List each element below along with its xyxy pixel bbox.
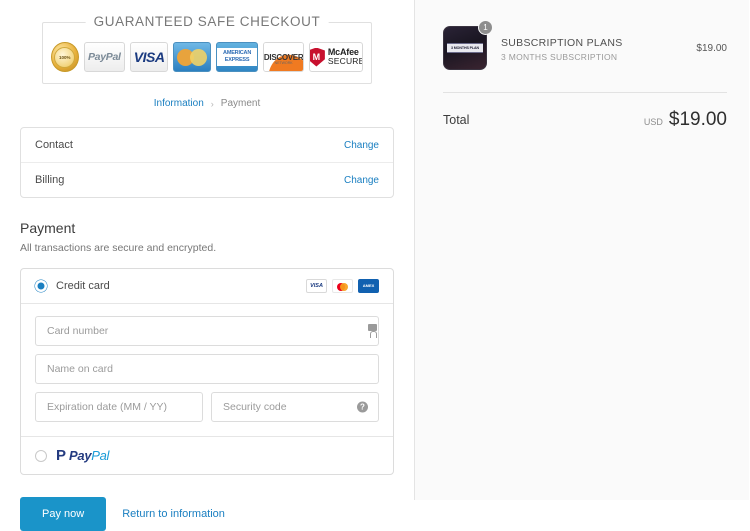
- card-number-field[interactable]: Card number: [35, 316, 379, 346]
- visa-icon: VISA: [306, 279, 327, 293]
- checkout-page: GUARANTEED SAFE CHECKOUT 100% PayPal VIS…: [0, 0, 750, 531]
- card-fields: Card number Name on card Expiration date…: [21, 304, 393, 436]
- name-on-card-field[interactable]: Name on card: [35, 354, 379, 384]
- total-row: Total USD $19.00: [443, 93, 727, 131]
- paypal-option-row[interactable]: P PayPal: [21, 436, 393, 474]
- credit-card-option-row[interactable]: Credit card VISA AMEX: [21, 269, 393, 304]
- paypal-badge-icon: PayPal: [83, 42, 126, 72]
- breadcrumb: Information › Payment: [10, 98, 404, 109]
- review-label-contact: Contact: [35, 139, 73, 151]
- checkout-main-column: GUARANTEED SAFE CHECKOUT 100% PayPal VIS…: [0, 0, 415, 531]
- order-review-box: Contact Change Billing Change: [20, 127, 394, 198]
- pay-now-button[interactable]: Pay now: [20, 497, 107, 531]
- change-contact-link[interactable]: Change: [344, 140, 379, 151]
- guarantee-seal-icon: 100%: [51, 41, 79, 73]
- product-price: $19.00: [696, 42, 727, 54]
- visa-badge-icon: VISA: [130, 42, 169, 72]
- breadcrumb-payment: Payment: [220, 98, 261, 109]
- breadcrumb-information[interactable]: Information: [154, 98, 204, 109]
- paypal-word-a: Pay: [69, 448, 92, 463]
- paypal-logo-icon: P PayPal: [56, 448, 109, 463]
- product-info: SUBSCRIPTION PLANS 3 MONTHS SUBSCRIPTION: [501, 35, 696, 62]
- mastercard-icon: [332, 279, 353, 293]
- expiry-cvv-row: Expiration date (MM / YY) Security code …: [35, 392, 379, 422]
- change-billing-link[interactable]: Change: [344, 175, 379, 186]
- discover-badge-sub: NETWORK: [274, 61, 293, 65]
- total-amount: $19.00: [668, 109, 727, 130]
- total-label: Total: [443, 113, 470, 127]
- trust-badge-row: 100% PayPal VISA AMERICAN EXPRESS DISCOV…: [51, 41, 363, 73]
- review-row-contact: Contact Change: [21, 128, 393, 162]
- credit-card-radio[interactable]: [35, 280, 47, 292]
- discover-badge-icon: DISCOVER NETWORK: [262, 42, 305, 72]
- visa-badge-label: VISA: [133, 49, 165, 65]
- security-code-placeholder: Security code: [223, 401, 287, 413]
- mcafee-secure-badge-icon: M McAfee SECURE: [309, 42, 363, 72]
- amex-badge-label: AMERICAN EXPRESS: [217, 48, 257, 66]
- paypal-word-b: Pal: [91, 448, 110, 463]
- payment-heading-block: Payment All transactions are secure and …: [20, 220, 394, 254]
- payment-method-panel: Credit card VISA AMEX Card number Name o…: [20, 268, 394, 475]
- guarantee-seal-label: 100%: [54, 46, 76, 68]
- product-variant: 3 MONTHS SUBSCRIPTION: [501, 51, 618, 62]
- security-code-field[interactable]: Security code ?: [211, 392, 379, 422]
- payment-title: Payment: [20, 220, 76, 236]
- credit-card-label: Credit card: [56, 280, 110, 292]
- checkout-footer: Pay now Return to information: [20, 497, 394, 531]
- amex-badge-icon: AMERICAN EXPRESS: [216, 42, 258, 72]
- paypal-mark: P: [56, 447, 67, 464]
- name-on-card-placeholder: Name on card: [47, 363, 113, 375]
- total-value: USD $19.00: [644, 109, 727, 131]
- return-to-information-link[interactable]: Return to information: [122, 508, 225, 520]
- mastercard-badge-icon: [173, 42, 212, 72]
- total-currency: USD: [643, 117, 663, 127]
- product-thumbnail-wrap: 3 MONTHS PLAN 1: [443, 20, 493, 70]
- payment-subtitle: All transactions are secure and encrypte…: [20, 242, 217, 254]
- help-icon[interactable]: ?: [357, 401, 368, 413]
- order-summary-column: 3 MONTHS PLAN 1 SUBSCRIPTION PLANS 3 MON…: [415, 0, 749, 500]
- quantity-badge: 1: [478, 20, 493, 35]
- trust-badges-box: GUARANTEED SAFE CHECKOUT 100% PayPal VIS…: [42, 14, 372, 84]
- amex-icon: AMEX: [358, 279, 379, 293]
- expiration-placeholder: Expiration date (MM / YY): [47, 401, 168, 413]
- accepted-cards: VISA AMEX: [306, 279, 379, 293]
- paypal-badge-label: PayPal: [87, 51, 121, 63]
- review-label-billing: Billing: [35, 174, 65, 186]
- product-thumbnail-label: 3 MONTHS PLAN: [447, 43, 483, 53]
- review-row-billing: Billing Change: [21, 162, 393, 197]
- order-line-item: 3 MONTHS PLAN 1 SUBSCRIPTION PLANS 3 MON…: [443, 20, 727, 70]
- card-number-placeholder: Card number: [47, 325, 109, 337]
- expiration-date-field[interactable]: Expiration date (MM / YY): [35, 392, 203, 422]
- chevron-right-icon: ›: [210, 98, 214, 109]
- product-title: SUBSCRIPTION PLANS: [501, 36, 623, 49]
- shield-icon: M: [310, 47, 325, 67]
- paypal-radio[interactable]: [35, 449, 47, 462]
- trust-badges-title: GUARANTEED SAFE CHECKOUT: [85, 14, 329, 29]
- mcafee-badge-sub: SECURE: [327, 56, 363, 67]
